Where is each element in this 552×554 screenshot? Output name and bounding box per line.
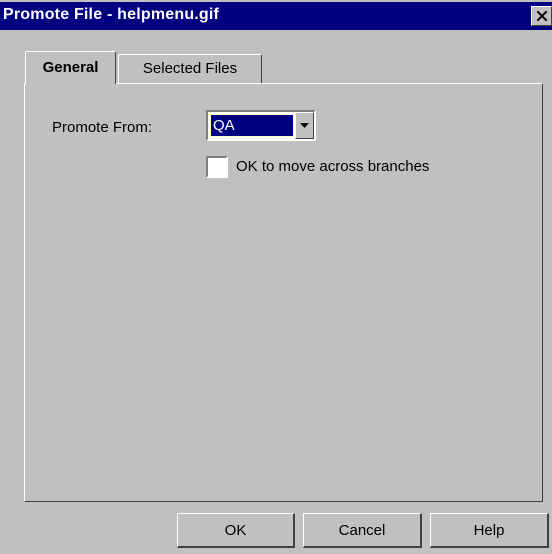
promote-from-select[interactable]: QA (206, 110, 316, 141)
tab-selected-files-label: Selected Files (142, 60, 238, 77)
close-icon (537, 11, 547, 21)
cancel-button[interactable]: Cancel (303, 513, 422, 548)
window-title: Promote File - helpmenu.gif (3, 6, 220, 23)
move-across-checkbox[interactable] (206, 156, 228, 178)
promote-file-dialog: Promote File - helpmenu.gif General Sele… (0, 0, 552, 554)
tab-selected-files[interactable]: Selected Files (118, 54, 262, 83)
ok-button-label: OK (224, 522, 247, 539)
close-button[interactable] (531, 6, 552, 26)
help-button-label: Help (473, 522, 505, 539)
ok-button[interactable]: OK (177, 513, 295, 548)
dropdown-button[interactable] (295, 112, 314, 139)
tab-general[interactable]: General (25, 51, 116, 84)
promote-from-label: Promote From: (52, 119, 153, 136)
cancel-button-label: Cancel (338, 522, 386, 539)
promote-from-value: QA (210, 114, 294, 137)
general-panel (24, 83, 543, 502)
help-button[interactable]: Help (430, 513, 549, 548)
tab-general-label: General (42, 59, 99, 76)
chevron-down-icon (300, 123, 309, 128)
move-across-label: OK to move across branches (236, 158, 430, 175)
title-bar: Promote File - helpmenu.gif (0, 2, 552, 30)
